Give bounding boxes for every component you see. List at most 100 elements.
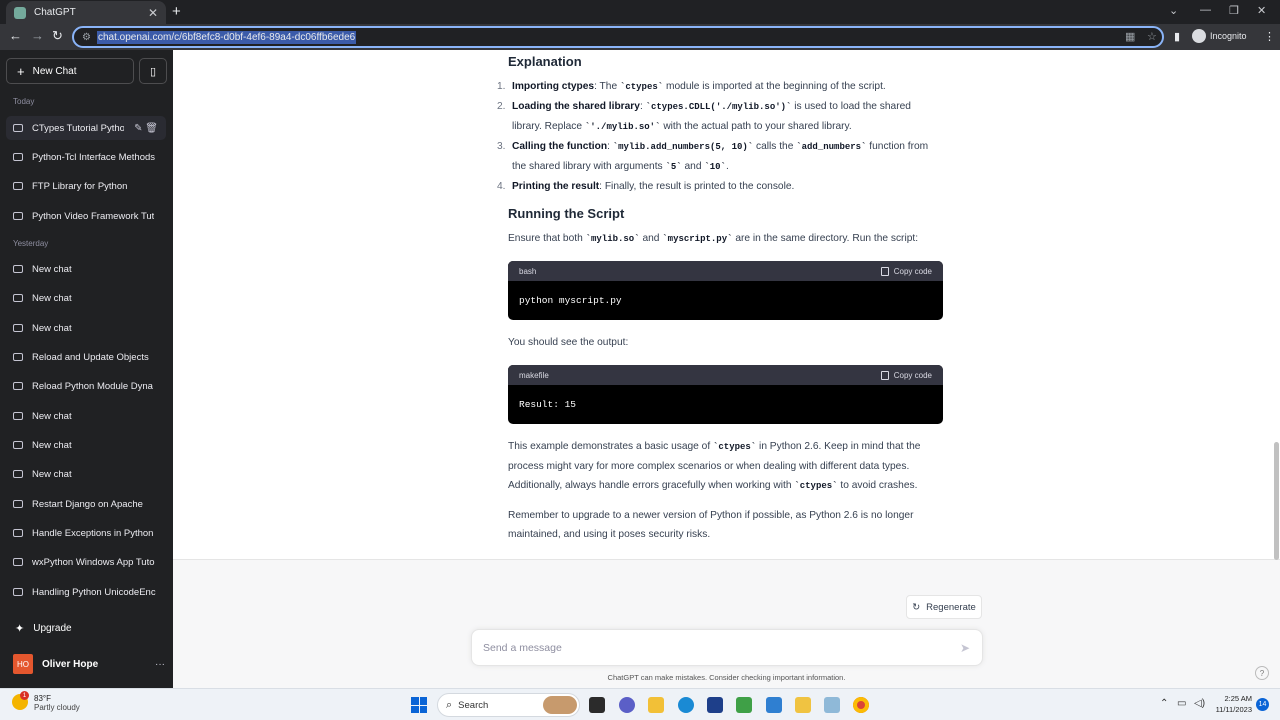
task-view-icon[interactable] (589, 697, 605, 713)
python-icon[interactable] (795, 697, 811, 713)
sidebar-chat-item[interactable]: Restart Django on Apache (6, 492, 166, 516)
sidebar-chat-item[interactable]: New chat (6, 404, 166, 428)
step-text: with the actual path to your shared libr… (660, 121, 852, 132)
paragraph-text: Ensure that both (508, 233, 586, 244)
sidebar-chat-item[interactable]: Handling Python UnicodeEnc (6, 580, 166, 604)
taskbar-search[interactable]: ⌕ Search (437, 693, 580, 717)
address-bar[interactable]: ⚙ chat.openai.com/c/6bf8efc8-d0bf-4ef6-8… (72, 26, 1164, 48)
sparkle-icon: ✦ (15, 623, 25, 635)
show-hidden-icons[interactable]: ⌃ (1160, 698, 1168, 709)
list-number: 2. (497, 101, 506, 112)
reload-icon[interactable]: ↻ (52, 28, 63, 44)
sidebar-chat-item[interactable]: Python Video Framework Tut (6, 204, 166, 228)
chat-bubble-icon (13, 182, 23, 190)
sidebar-chat-item[interactable]: New chat (6, 316, 166, 340)
volume-icon[interactable]: ◁) (1194, 698, 1205, 709)
windows-start-icon[interactable] (411, 697, 427, 713)
site-info-icon[interactable]: ⚙ (82, 32, 91, 43)
close-window-icon[interactable]: ✕ (1257, 4, 1266, 17)
file-explorer-icon[interactable] (648, 697, 664, 713)
code-content: Result: 15 (519, 399, 577, 410)
clipboard-icon (880, 370, 889, 380)
sidebar-chat-item[interactable]: CTypes Tutorial Pytho ✎ 🗑 (6, 116, 166, 140)
chat-title: Python-Tcl Interface Methods (32, 151, 156, 163)
copy-code-button[interactable]: Copy code (880, 266, 932, 276)
list-item: 2. Loading the shared library: `ctypes.C… (497, 97, 942, 137)
new-tab-icon[interactable]: + (172, 3, 181, 20)
sidebar-chat-item[interactable]: wxPython Windows App Tuto (6, 550, 166, 574)
inline-code: `'./mylib.so'` (584, 122, 661, 132)
incognito-indicator[interactable]: Incognito (1192, 29, 1247, 43)
menu-kebab-icon[interactable]: ⋮ (1264, 30, 1275, 43)
weather-widget[interactable]: 1 83°F Partly cloudy (12, 691, 80, 712)
chat-title: CTypes Tutorial Pytho (32, 122, 124, 134)
clock[interactable]: 2:25 AM 11/11/2023 (1212, 693, 1252, 715)
list-item: 1. Importing ctypes: The `ctypes` module… (497, 77, 942, 97)
app-icon[interactable] (824, 697, 840, 713)
close-tab-icon[interactable]: ✕ (148, 6, 158, 20)
chat-bubble-icon (13, 412, 23, 420)
message-input[interactable]: Send a message ➤ (471, 629, 983, 666)
url-text[interactable]: chat.openai.com/c/6bf8efc8-d0bf-4ef6-89a… (96, 30, 357, 44)
chat-title: Reload and Update Objects (32, 351, 149, 363)
more-options-icon[interactable]: ··· (155, 659, 165, 670)
forward-icon[interactable]: → (31, 28, 44, 43)
upgrade-button[interactable]: ✦ Upgrade (15, 622, 72, 635)
new-chat-button[interactable]: + New Chat (6, 58, 134, 84)
chrome-icon[interactable] (853, 697, 869, 713)
chat-title: Handling Python UnicodeEnc (32, 586, 156, 598)
side-panel-icon[interactable]: ▮ (1174, 30, 1180, 43)
chat-bubble-icon (13, 529, 23, 537)
send-icon[interactable]: ➤ (960, 641, 970, 655)
sidebar-chat-item[interactable]: Handle Exceptions in Python (6, 521, 166, 545)
edge-icon[interactable] (678, 697, 694, 713)
message-placeholder[interactable]: Send a message (483, 642, 960, 654)
sidebar-chat-item[interactable]: Python-Tcl Interface Methods (6, 145, 166, 169)
bookmark-star-icon[interactable]: ☆ (1147, 30, 1157, 43)
regenerate-button[interactable]: ↻ Regenerate (906, 595, 982, 619)
back-icon[interactable]: ← (9, 28, 22, 43)
running-paragraph: Ensure that both `mylib.so` and `myscrip… (508, 229, 948, 249)
list-item: 4. Printing the result: Finally, the res… (497, 177, 942, 196)
temperature: 83°F (34, 694, 51, 703)
sidebar-chat-item[interactable]: New chat (6, 286, 166, 310)
chat-app-icon[interactable] (619, 697, 635, 713)
step-title: Calling the function (512, 141, 608, 152)
sidebar-chat-item[interactable]: Reload and Update Objects (6, 345, 166, 369)
network-icon[interactable]: ▭ (1177, 698, 1186, 709)
browser-toolbar: ← → ↻ ⚙ chat.openai.com/c/6bf8efc8-d0bf-… (0, 24, 1280, 50)
browser-tab[interactable]: ChatGPT ✕ (6, 1, 166, 24)
toggle-sidebar-button[interactable]: ▯ (139, 58, 167, 84)
chat-title: wxPython Windows App Tuto (32, 556, 155, 568)
user-menu[interactable]: HO Oliver Hope ··· (13, 654, 165, 674)
search-label: Search (458, 699, 489, 711)
sidebar-chat-item[interactable]: Reload Python Module Dyna (6, 374, 166, 398)
tab-search-icon[interactable]: ⌄ (1169, 4, 1178, 17)
remember-paragraph: Remember to upgrade to a newer version o… (508, 506, 948, 544)
minimize-icon[interactable]: — (1200, 4, 1211, 16)
inline-code: `mylib.so` (585, 234, 640, 244)
sidebar-chat-item[interactable]: New chat (6, 433, 166, 457)
excel-icon[interactable] (736, 697, 752, 713)
chat-title: New chat (32, 322, 72, 334)
edit-delete-icons[interactable]: ✎ 🗑 (134, 123, 158, 134)
scrollbar-thumb[interactable] (1274, 442, 1279, 560)
chat-bubble-icon (13, 470, 23, 478)
help-button[interactable]: ? (1255, 666, 1269, 680)
notification-badge[interactable]: 14 (1256, 698, 1269, 711)
vscode-icon[interactable] (766, 697, 782, 713)
qr-code-icon[interactable]: ▦ (1125, 30, 1135, 43)
summary-paragraph: This example demonstrates a basic usage … (508, 437, 948, 496)
copy-code-button[interactable]: Copy code (880, 370, 932, 380)
chat-title: FTP Library for Python (32, 180, 128, 192)
sidebar-chat-item[interactable]: FTP Library for Python (6, 174, 166, 198)
step-text: function from (866, 141, 929, 152)
scrollbar[interactable] (1273, 50, 1280, 688)
sidebar-chat-item[interactable]: New chat (6, 257, 166, 281)
list-number: 4. (497, 181, 506, 192)
store-icon[interactable] (707, 697, 723, 713)
sidebar-chat-item[interactable]: New chat (6, 462, 166, 486)
inline-code: `mylib.add_numbers(5, 10)` (612, 142, 754, 152)
chatgpt-favicon-icon (14, 6, 26, 19)
restore-icon[interactable]: ❐ (1229, 4, 1239, 17)
